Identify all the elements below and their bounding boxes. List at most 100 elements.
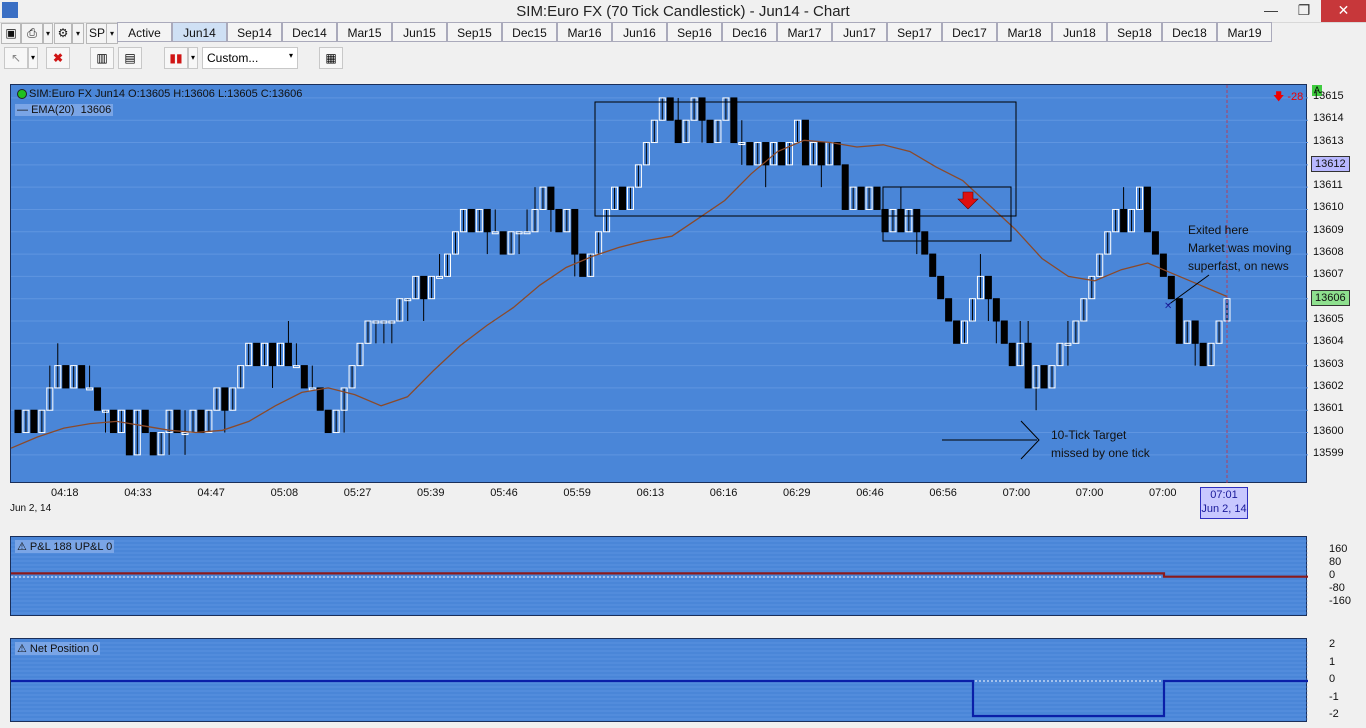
candle	[523, 209, 531, 235]
template-select[interactable]: Custom... ▾	[202, 47, 298, 69]
candle	[547, 186, 555, 232]
candle	[793, 119, 801, 144]
tab-sep16[interactable]: Sep16	[667, 22, 722, 42]
ema-legend: — EMA(20) 13606	[15, 104, 114, 116]
price-flag: 13612	[1311, 155, 1350, 172]
instrument-selector[interactable]: SP	[86, 23, 108, 44]
tab-active[interactable]: Active	[117, 22, 172, 42]
tab-dec18[interactable]: Dec18	[1162, 22, 1217, 42]
candle	[475, 208, 483, 233]
candle	[157, 432, 165, 456]
close-button[interactable]: ✕	[1321, 0, 1366, 22]
candle	[849, 186, 857, 210]
indicators-icon[interactable]: ▥	[90, 47, 114, 69]
tab-sep17[interactable]: Sep17	[887, 22, 942, 42]
tab-mar15[interactable]: Mar15	[337, 22, 392, 42]
down-candle	[730, 97, 738, 144]
netpos-panel[interactable]: ⚠ Net Position 0	[10, 638, 1308, 722]
cursor-date: Jun 2, 14	[1201, 503, 1247, 515]
netpos-axis: 2 1 0 -1 -2	[1307, 638, 1366, 722]
print-icon[interactable]: ⎙	[21, 23, 43, 44]
date-label: Jun 2, 14	[10, 503, 52, 514]
tab-jun17[interactable]: Jun17	[832, 22, 887, 42]
candle	[1008, 342, 1016, 367]
pnl-line	[11, 572, 1308, 578]
candle	[78, 365, 86, 389]
tab-dec16[interactable]: Dec16	[722, 22, 777, 42]
down-candle	[801, 119, 809, 166]
chevron-down-icon[interactable]: ▾	[43, 23, 53, 44]
price-chart[interactable]: ✕ Exited here Market was moving superfast, …	[11, 85, 1308, 484]
tab-dec15[interactable]: Dec15	[502, 22, 557, 42]
price-tick-label: 13601	[1313, 402, 1344, 415]
tab-mar17[interactable]: Mar17	[777, 22, 832, 42]
tab-sep14[interactable]: Sep14	[227, 22, 282, 42]
candle	[682, 119, 690, 144]
position-value: -28	[1287, 91, 1304, 103]
ohlc-info: SIM:Euro FX Jun14 O:13605 H:13606 L:1360…	[29, 88, 303, 100]
price-tick-label: 13604	[1313, 335, 1344, 348]
candle	[801, 119, 809, 166]
chevron-down-icon[interactable]: ▾	[72, 23, 84, 44]
down-candle	[269, 342, 277, 367]
pnl-axis: 160 80 0 -80 -160	[1307, 536, 1366, 616]
tab-sep18[interactable]: Sep18	[1107, 22, 1162, 42]
time-tick-label: 06:56	[929, 487, 957, 499]
strategies-icon[interactable]: ▤	[118, 47, 142, 69]
tab-mar16[interactable]: Mar16	[557, 22, 612, 42]
candlestick-icon[interactable]: ▮▮	[164, 47, 188, 69]
maximize-button[interactable]: ❐	[1287, 0, 1321, 22]
remove-drawings-icon[interactable]: ✖	[46, 47, 70, 69]
up-candle	[523, 231, 531, 235]
minimize-button[interactable]: —	[1254, 0, 1288, 22]
price-tick-label: 13611	[1313, 179, 1343, 192]
price-tick-label: 13609	[1313, 223, 1344, 236]
properties-icon[interactable]: ▣	[1, 23, 21, 44]
down-candle	[547, 186, 555, 210]
candle	[555, 208, 563, 233]
tab-jun18[interactable]: Jun18	[1052, 22, 1107, 42]
pnl-panel[interactable]: ⚠ P&L 188 UP&L 0	[10, 536, 1308, 616]
candle	[388, 320, 396, 344]
candle	[1056, 342, 1064, 367]
price-panel[interactable]: ✕ Exited here Market was moving superfast, …	[10, 84, 1322, 484]
ema-line	[11, 139, 1228, 449]
candle	[284, 321, 292, 367]
down-candle	[666, 97, 674, 121]
down-candle	[984, 275, 992, 300]
tab-dec14[interactable]: Dec14	[282, 22, 337, 42]
candle	[483, 208, 491, 255]
down-candle	[1024, 342, 1032, 389]
candle	[94, 387, 102, 411]
time-tick-label: 07:00	[1002, 487, 1031, 499]
candle	[507, 231, 515, 255]
pnl-tick-label: -80	[1329, 582, 1345, 595]
tab-mar18[interactable]: Mar18	[997, 22, 1052, 42]
tab-dec17[interactable]: Dec17	[942, 22, 997, 42]
pnl-text: P&L 188 UP&L 0	[29, 541, 113, 553]
price-tick-label: 13610	[1313, 201, 1344, 214]
down-candle	[571, 208, 579, 255]
tab-sep15[interactable]: Sep15	[447, 22, 502, 42]
candle	[953, 320, 961, 344]
tab-jun14[interactable]: Jun14	[172, 22, 227, 42]
chevron-down-icon[interactable]: ▾	[188, 47, 198, 69]
exit-marker-icon: ✕	[1164, 301, 1172, 312]
candle	[1215, 320, 1223, 344]
candle	[404, 298, 412, 321]
data-box-icon[interactable]: ▦	[319, 47, 343, 69]
tab-jun16[interactable]: Jun16	[612, 22, 667, 42]
time-tick-label: 06:29	[783, 487, 811, 499]
tab-mar19[interactable]: Mar19	[1217, 22, 1272, 42]
tools-icon[interactable]: ⚙	[54, 23, 72, 44]
price-axis[interactable]: 13615 13614 13613 13612 13611 13610 13609 13608…	[1307, 84, 1366, 483]
tab-jun15[interactable]: Jun15	[392, 22, 447, 42]
candle	[1080, 298, 1088, 322]
candle	[292, 343, 300, 369]
time-axis[interactable]: 04:18 04:33 04:47 05:08 05:27 05:39 05:46 05:59…	[10, 483, 1307, 523]
pointer-icon[interactable]: ↖	[4, 47, 28, 69]
down-candle	[316, 387, 324, 411]
chevron-down-icon[interactable]: ▾	[28, 47, 38, 69]
candle	[619, 186, 626, 210]
candle	[70, 365, 78, 389]
